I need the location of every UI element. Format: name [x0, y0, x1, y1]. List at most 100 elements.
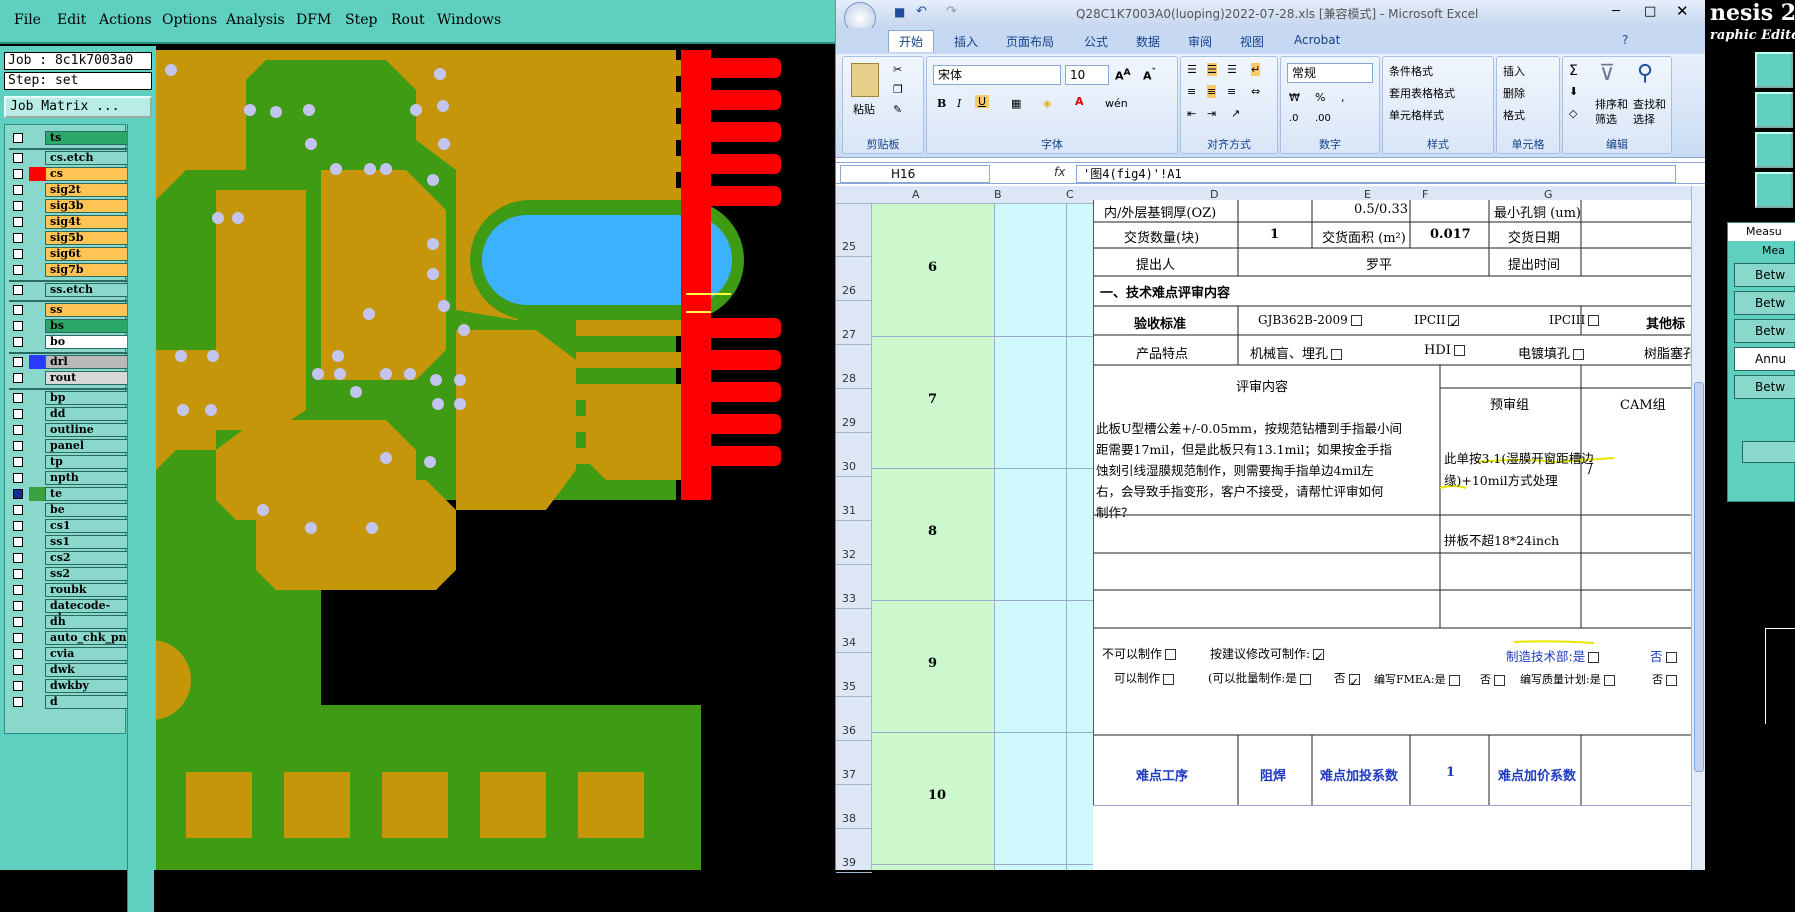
menu-step[interactable]: Step: [345, 12, 377, 28]
measure-item-5[interactable]: Betw: [1734, 375, 1795, 399]
sort-filter-icon[interactable]: ⊽: [1599, 61, 1615, 86]
formula-input[interactable]: '图4(fig4)'!A1: [1076, 165, 1676, 183]
maximize-icon[interactable]: □: [1644, 4, 1656, 19]
minimize-icon[interactable]: ─: [1612, 4, 1620, 19]
tab-data[interactable]: 数据: [1136, 33, 1160, 50]
tool-export-icon[interactable]: [1755, 92, 1793, 128]
align-top-icon[interactable]: ☰: [1187, 63, 1197, 76]
row-header[interactable]: 25: [842, 240, 856, 253]
tool-copy-icon[interactable]: [1755, 52, 1793, 88]
layer-row[interactable]: sig3b: [9, 199, 133, 213]
layer-row[interactable]: sig2t: [9, 183, 133, 197]
layer-name[interactable]: d: [45, 695, 133, 709]
layer-checkbox[interactable]: [13, 285, 23, 295]
layer-row[interactable]: cs.etch: [9, 151, 133, 165]
layer-checkbox[interactable]: [13, 153, 23, 163]
row-header[interactable]: 36: [842, 724, 856, 737]
layer-checkbox[interactable]: [13, 457, 23, 467]
number-format-select[interactable]: 常规: [1287, 63, 1373, 83]
tab-review[interactable]: 审阅: [1188, 33, 1212, 50]
layer-row[interactable]: ss1: [9, 535, 133, 549]
layer-row[interactable]: dwk: [9, 663, 133, 677]
format-as-table-button[interactable]: 套用表格格式: [1389, 85, 1455, 101]
tab-home[interactable]: 开始: [888, 30, 935, 52]
batch-yes-checkbox[interactable]: [1299, 673, 1311, 685]
tab-view[interactable]: 视图: [1240, 33, 1264, 50]
layer-row[interactable]: ss.etch: [9, 283, 133, 297]
decrease-decimal-icon[interactable]: .00: [1315, 113, 1331, 124]
layer-name[interactable]: ss: [45, 303, 133, 317]
italic-icon[interactable]: I: [957, 97, 961, 110]
layer-row[interactable]: bp: [9, 391, 133, 405]
measure-item-2[interactable]: Betw: [1734, 291, 1795, 315]
row-header[interactable]: 37: [842, 768, 856, 781]
layer-name[interactable]: sig4t: [45, 215, 133, 229]
insert-cells-button[interactable]: 插入: [1503, 63, 1525, 79]
conditional-format-button[interactable]: 条件格式: [1389, 63, 1433, 79]
mfg-dept-no-checkbox[interactable]: [1665, 652, 1677, 663]
fill-color-icon[interactable]: ◈: [1043, 97, 1051, 110]
menu-edit[interactable]: Edit: [57, 12, 86, 28]
layer-row[interactable]: ss2: [9, 567, 133, 581]
layer-name[interactable]: sig7b: [45, 263, 133, 277]
job-matrix-button[interactable]: Job Matrix ...: [4, 96, 152, 118]
layer-checkbox[interactable]: [13, 357, 23, 367]
layer-row[interactable]: drl: [9, 355, 133, 369]
row-header[interactable]: 28: [842, 372, 856, 385]
tab-page-layout[interactable]: 页面布局: [1006, 33, 1054, 50]
decrease-indent-icon[interactable]: ⇤: [1187, 107, 1196, 120]
align-left-icon[interactable]: ≡: [1187, 85, 1196, 98]
layer-name[interactable]: cvia: [45, 647, 133, 661]
underline-icon[interactable]: U: [975, 95, 990, 108]
layer-checkbox[interactable]: [13, 321, 23, 331]
layer-name[interactable]: roubk: [45, 583, 133, 597]
layer-checkbox[interactable]: [13, 265, 23, 275]
layer-row[interactable]: bs: [9, 319, 133, 333]
row-header[interactable]: 27: [842, 328, 856, 341]
measure-action-button[interactable]: [1742, 441, 1795, 463]
layer-checkbox[interactable]: [13, 521, 23, 531]
fx-icon[interactable]: fx: [1054, 165, 1065, 179]
redo-icon[interactable]: ↷: [946, 4, 957, 19]
sort-filter-button[interactable]: 排序和 筛选: [1595, 97, 1628, 127]
layer-row[interactable]: roubk: [9, 583, 133, 597]
layer-name[interactable]: tp: [45, 455, 133, 469]
layer-row[interactable]: ss: [9, 303, 133, 317]
layer-checkbox[interactable]: [13, 233, 23, 243]
layer-name[interactable]: sig3b: [45, 199, 133, 213]
layer-name[interactable]: bs: [45, 319, 133, 333]
help-icon[interactable]: ?: [1622, 33, 1628, 47]
autosum-icon[interactable]: Σ: [1569, 63, 1578, 79]
row-header[interactable]: 34: [842, 636, 856, 649]
mfg-dept-yes-checkbox[interactable]: [1588, 652, 1600, 663]
format-cells-button[interactable]: 格式: [1503, 107, 1525, 123]
cell-a-value[interactable]: 6: [928, 260, 937, 275]
layer-name[interactable]: datecode-pbo: [45, 599, 133, 624]
layer-row[interactable]: panel: [9, 439, 133, 453]
cell-a-value[interactable]: 8: [928, 524, 937, 539]
layer-checkbox[interactable]: [13, 441, 23, 451]
layer-row[interactable]: bo: [9, 335, 133, 349]
layer-name[interactable]: dh: [45, 615, 133, 629]
suggest-make-checkbox[interactable]: ✓: [1313, 649, 1324, 664]
layer-row[interactable]: cvia: [9, 647, 133, 661]
font-name-select[interactable]: 宋体: [933, 65, 1061, 85]
row-header[interactable]: 26: [842, 284, 856, 297]
layer-name[interactable]: sig6t: [45, 247, 133, 261]
align-middle-icon[interactable]: ☰: [1207, 63, 1217, 76]
layer-checkbox[interactable]: [13, 569, 23, 579]
layer-name[interactable]: drl: [45, 355, 133, 369]
feat-fill-plating-checkbox[interactable]: [1573, 349, 1585, 360]
close-icon[interactable]: ✕: [1676, 2, 1689, 20]
layer-name[interactable]: npth: [45, 471, 133, 485]
layer-name[interactable]: cs: [45, 167, 133, 181]
layer-row[interactable]: d: [9, 695, 133, 709]
layer-row[interactable]: outline: [9, 423, 133, 437]
layer-name[interactable]: bp: [45, 391, 133, 405]
pcb-graphic-canvas[interactable]: [156, 50, 835, 870]
layer-row[interactable]: auto_chk_pnl: [9, 631, 133, 645]
layer-name[interactable]: cs2: [45, 551, 133, 565]
layer-row[interactable]: dh: [9, 615, 133, 629]
layer-checkbox[interactable]: [13, 489, 23, 499]
layer-checkbox[interactable]: [13, 425, 23, 435]
